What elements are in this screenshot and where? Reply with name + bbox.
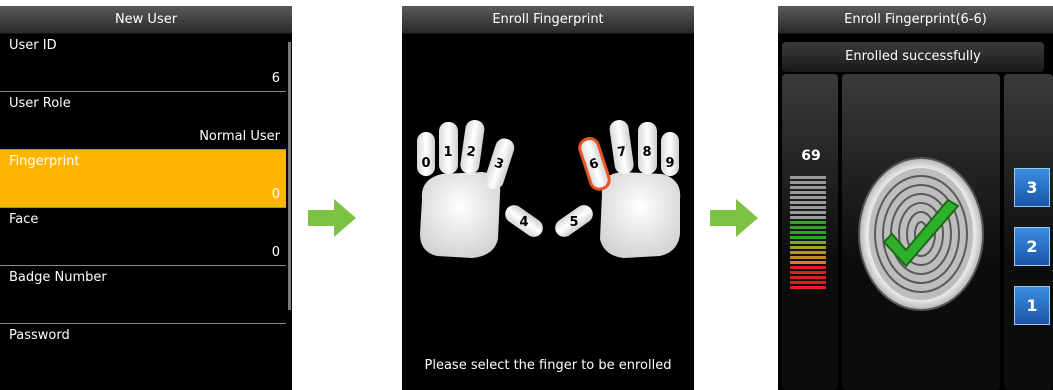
svg-text:0: 0 [421,156,430,171]
finger-2[interactable]: 2 [459,119,485,175]
menu-item-user-id[interactable]: User ID 6 [0,34,286,92]
enroll-result-screen: Enroll Fingerprint(6-6) Enrolled success… [778,6,1053,390]
fingerprint-success-icon [858,157,984,311]
step-3-badge: 3 [1014,168,1050,207]
hands-diagram: 0 1 2 3 4 5 6 7 8 9 [417,119,681,258]
menu-item-value: 0 [271,245,280,260]
new-user-screen: New User User ID 6 User Role Normal User… [0,6,292,390]
svg-text:1: 1 [443,145,452,160]
menu-item-label: Fingerprint [9,154,80,169]
menu-item-label: Badge Number [9,270,107,285]
finger-1[interactable]: 1 [439,122,458,174]
svg-text:9: 9 [665,156,674,171]
enroll-fingerprint-title: Enroll Fingerprint [402,6,694,34]
finger-6[interactable]: 6 [577,136,611,191]
menu-item-value: 0 [271,187,280,202]
finger-8[interactable]: 8 [638,122,657,174]
enroll-result-title: Enroll Fingerprint(6-6) [778,6,1053,34]
finger-3[interactable]: 3 [482,136,516,191]
finger-7[interactable]: 7 [608,119,634,175]
svg-text:8: 8 [642,145,651,160]
menu-item-face[interactable]: Face 0 [0,208,286,266]
svg-text:4: 4 [519,215,528,230]
new-user-title: New User [0,6,292,34]
menu-item-label: Password [9,328,70,343]
finger-9[interactable]: 9 [661,132,679,176]
right-arrow-icon [710,199,758,237]
menu-item-value: 6 [271,71,280,86]
menu-item-badge-number[interactable]: Badge Number [0,266,286,324]
step-1-badge: 1 [1014,286,1050,325]
menu-item-label: User Role [9,96,71,111]
menu-item-fingerprint[interactable]: Fingerprint 0 [0,150,286,208]
enroll-fingerprint-screen: Enroll Fingerprint 0 1 2 3 4 5 6 7 8 9 P… [402,6,694,390]
step-2-badge: 2 [1014,227,1050,266]
enroll-prompt: Please select the finger to be enrolled [424,358,672,373]
right-arrow-icon [308,199,356,237]
right-palm [600,172,681,258]
menu-item-user-role[interactable]: User Role Normal User [0,92,286,150]
status-message: Enrolled successfully [782,42,1044,72]
menu-item-password[interactable]: Password [0,324,286,381]
scrollbar[interactable] [288,42,291,310]
menu-item-value: Normal User [199,129,280,144]
svg-text:5: 5 [569,215,578,230]
finger-4[interactable]: 4 [501,202,546,242]
finger-0[interactable]: 0 [417,132,435,176]
quality-score: 69 [801,148,821,164]
menu-item-label: User ID [9,38,57,53]
finger-5[interactable]: 5 [552,202,597,242]
menu-item-label: Face [9,212,39,227]
quality-meter [790,176,826,291]
